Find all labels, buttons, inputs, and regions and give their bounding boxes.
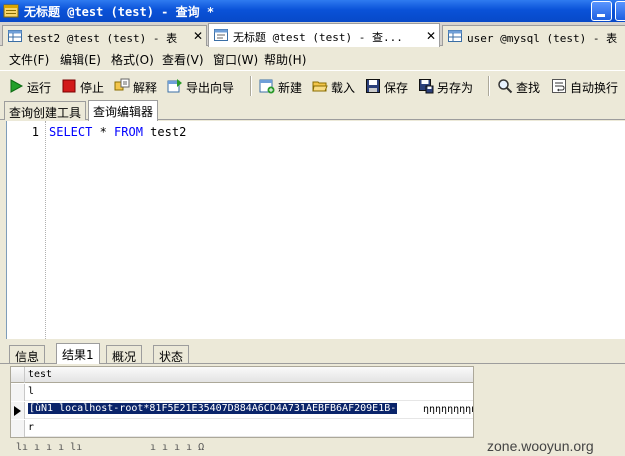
save-as-icon	[419, 79, 434, 94]
floppy-icon	[366, 79, 380, 93]
menu-view[interactable]: 查看(V)	[162, 51, 204, 68]
query-icon	[214, 29, 228, 41]
toolbar-separator	[488, 76, 490, 96]
keyword-select: SELECT	[49, 125, 93, 139]
tab-result1[interactable]: 结果1	[56, 343, 100, 364]
row-indicator-header	[11, 367, 25, 383]
code-line: SELECT * FROM test2	[49, 125, 186, 139]
column-header-test[interactable]: test	[28, 369, 52, 380]
menu-bar: 文件(F) 编辑(E) 格式(O) 查看(V) 窗口(W) 帮助(H)	[0, 47, 625, 69]
doc-tab-query[interactable]: 无标题 @test (test) - 查... ✕	[208, 23, 440, 47]
maximize-button[interactable]	[615, 1, 625, 21]
line-number: 1	[31, 125, 39, 139]
explain-icon	[114, 78, 130, 91]
doc-tab-label: user @mysql (test) - 表	[467, 32, 618, 45]
new-label: 新建	[278, 81, 303, 95]
magnifier-icon	[498, 79, 513, 94]
close-icon[interactable]: ✕	[426, 29, 436, 43]
grid-cell-selected[interactable]: [ùÑ1 localhost-root*81F5E21E35407D884A6C…	[28, 403, 398, 414]
result-tabs: 信息 结果1 概况 状态	[0, 343, 625, 364]
title-bar: 无标题 @test (test) - 查询 *	[0, 0, 625, 22]
play-icon	[10, 79, 24, 93]
new-query-icon	[259, 79, 275, 94]
window-title: 无标题 @test (test) - 查询 *	[24, 5, 215, 19]
word-wrap-icon	[552, 79, 566, 93]
tab-query-builder[interactable]: 查询创建工具	[4, 101, 87, 120]
toolbar: 运行 停止 解释 导出向导 新建 载入 保存 另存为 查找 自动换行	[0, 70, 625, 100]
toolbar-separator	[250, 76, 252, 96]
code-table: test2	[142, 125, 187, 139]
stop-icon	[62, 79, 76, 93]
save-as-label: 另存为	[437, 81, 474, 95]
tab-query-editor[interactable]: 查询编辑器	[88, 100, 159, 121]
table-row[interactable]: r	[11, 420, 473, 437]
stop-label: 停止	[80, 81, 105, 95]
app-window: 无标题 @test (test) - 查询 * test2 @test (tes…	[0, 0, 625, 456]
results-grid[interactable]: test l [ùÑ1 localhost-root*81F5E21E35407…	[10, 366, 474, 438]
doc-tab-user[interactable]: user @mysql (test) - 表	[442, 25, 625, 46]
status-text: lı ı ı ı lı	[16, 442, 83, 453]
row-indicator	[11, 384, 25, 401]
line-gutter: 1	[7, 121, 47, 339]
table-icon	[448, 30, 462, 42]
doc-tab-label: 无标题 @test (test) - 查...	[233, 31, 403, 44]
grid-cell[interactable]: r	[28, 422, 34, 433]
app-icon	[3, 4, 19, 18]
menu-window[interactable]: 窗口(W)	[213, 51, 258, 68]
code-star: *	[92, 125, 115, 139]
grid-cell[interactable]: l	[28, 386, 34, 397]
save-label: 保存	[384, 81, 409, 95]
row-pointer-icon	[14, 406, 21, 416]
menu-file[interactable]: 文件(F)	[9, 51, 49, 68]
grid-header: test	[11, 367, 473, 383]
row-indicator	[11, 402, 25, 419]
sql-editor[interactable]: 1 SELECT * FROM test2	[6, 121, 625, 339]
status-text: ı ı ı ı Ω	[150, 442, 205, 453]
tab-profile[interactable]: 概况	[106, 345, 143, 364]
tab-status[interactable]: 状态	[153, 345, 190, 364]
cell-overflow-text: ηηηηηηηηηη	[423, 404, 473, 415]
menu-edit[interactable]: 编辑(E)	[60, 51, 101, 68]
export-icon	[167, 79, 182, 93]
row-indicator	[11, 420, 25, 437]
status-bar: lı ı ı ı lı ı ı ı ı Ω	[0, 440, 480, 456]
doc-tab-label: test2 @test (test) - 表	[27, 32, 178, 45]
table-row-selected[interactable]: [ùÑ1 localhost-root*81F5E21E35407D884A6C…	[11, 402, 473, 419]
run-label: 运行	[27, 81, 52, 95]
doc-tab-test2[interactable]: test2 @test (test) - 表 ✕	[2, 25, 207, 46]
document-tabs: test2 @test (test) - 表 ✕ 无标题 @test (test…	[0, 22, 625, 47]
minimize-button[interactable]	[591, 1, 612, 21]
close-icon[interactable]: ✕	[193, 29, 203, 43]
load-label: 载入	[331, 81, 356, 95]
menu-format[interactable]: 格式(O)	[111, 51, 154, 68]
keyword-from: FROM	[114, 125, 143, 139]
table-row[interactable]: l	[11, 384, 473, 401]
editor-tabs: 查询创建工具 查询编辑器	[0, 100, 625, 121]
explain-label: 解释	[133, 81, 158, 95]
tab-info[interactable]: 信息	[9, 345, 46, 364]
gutter-divider	[45, 121, 46, 339]
find-label: 查找	[516, 81, 541, 95]
table-icon	[8, 30, 22, 42]
menu-help[interactable]: 帮助(H)	[264, 51, 306, 68]
word-wrap-label: 自动换行	[570, 81, 619, 95]
export-wizard-label: 导出向导	[186, 81, 235, 95]
watermark: zone.wooyun.org	[487, 438, 594, 454]
folder-open-icon	[312, 81, 328, 92]
